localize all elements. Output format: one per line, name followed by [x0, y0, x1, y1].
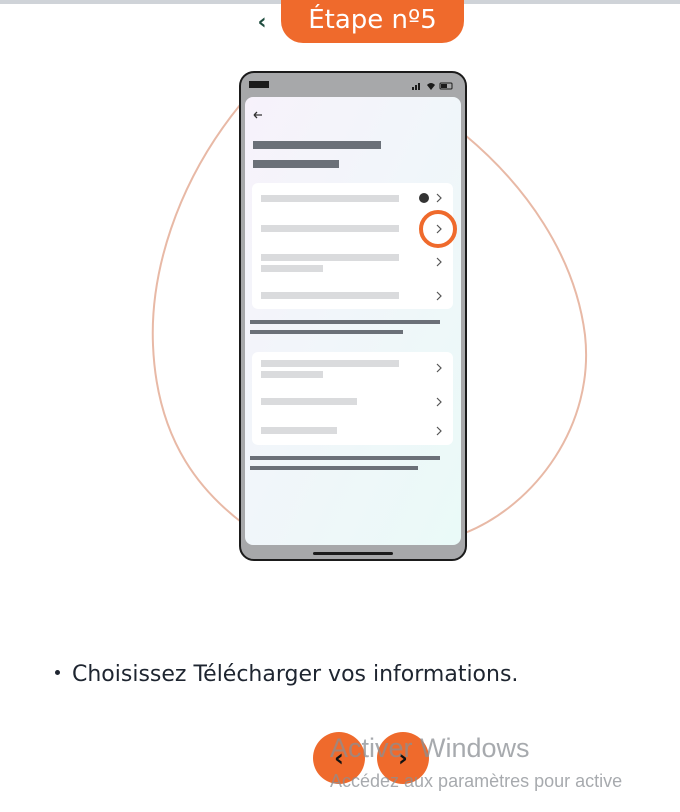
chevron-left-icon: ‹	[334, 744, 344, 772]
home-indicator	[313, 552, 393, 555]
instruction-item: Choisissez Télécharger vos informations.	[52, 660, 518, 690]
chevron-right-icon: ›	[398, 744, 408, 772]
instruction-list: Choisissez Télécharger vos informations.	[52, 660, 518, 690]
back-chevron-icon[interactable]: ‹	[253, 10, 271, 36]
next-step-button[interactable]: ›	[377, 732, 429, 784]
status-time	[249, 81, 269, 88]
step-label: Étape nº5	[281, 0, 464, 43]
phone-illustration	[151, 71, 588, 561]
instruction-highlight: Télécharger vos informations	[193, 662, 512, 687]
previous-step-button[interactable]: ‹	[313, 732, 365, 784]
facebook-icon	[419, 193, 429, 203]
